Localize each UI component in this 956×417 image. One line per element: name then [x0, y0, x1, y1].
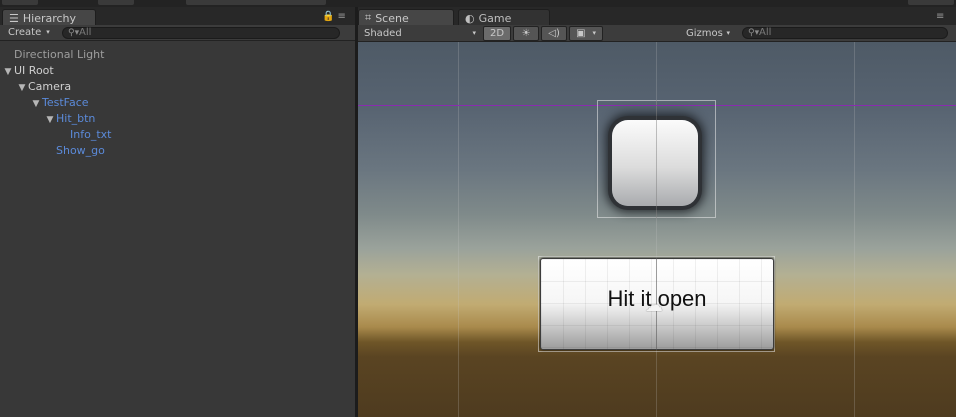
hierarchy-tabbar: ☰ Hierarchy 🔒 ≡ [0, 7, 355, 25]
scene-search-placeholder: All [759, 27, 772, 38]
toolbar-button[interactable] [908, 0, 954, 5]
panel-menu-icon[interactable]: ≡ [337, 11, 345, 22]
pivot-line [656, 100, 657, 218]
gizmos-label: Gizmos [686, 27, 723, 39]
tree-item[interactable]: ▼ UI Root [0, 63, 355, 79]
tree-item[interactable]: Info_txt [0, 127, 355, 143]
shading-mode-dropdown[interactable]: Shaded ▾ [358, 26, 482, 41]
tree-item-label: TestFace [42, 96, 89, 109]
hand-cursor-icon: ☁ [645, 295, 663, 316]
hierarchy-search-placeholder: All [79, 27, 92, 38]
image-icon: ▣ [576, 27, 586, 39]
lighting-toggle[interactable]: ☀ [513, 25, 540, 41]
chevron-down-icon: ▾ [46, 28, 50, 36]
expand-triangle-icon[interactable]: ▼ [30, 96, 42, 112]
tree-item-label: Directional Light [14, 48, 105, 61]
tab-game[interactable]: ◐ Game [458, 9, 550, 25]
tab-scene-label: Scene [375, 11, 409, 25]
scene-viewport[interactable]: Hit it open ☁ [358, 42, 956, 417]
tab-hierarchy-label: Hierarchy [22, 11, 77, 25]
tree-item-label: Hit_btn [56, 112, 96, 125]
expand-triangle-icon[interactable]: ▼ [16, 80, 28, 96]
expand-triangle-icon[interactable]: ▼ [44, 112, 56, 128]
tree-item-label: Show_go [56, 144, 105, 157]
tree-item[interactable]: ▼ TestFace [0, 95, 355, 111]
chevron-down-icon: ▾ [726, 29, 730, 37]
search-icon: ⚲▾ [748, 28, 760, 38]
tab-game-label: Game [478, 11, 512, 25]
tree-item-label: Info_txt [70, 128, 112, 141]
tree-item-label: Camera [28, 80, 72, 93]
grid-icon: ⌗ [365, 11, 372, 24]
tab-hierarchy[interactable]: ☰ Hierarchy [2, 9, 96, 25]
grid-line [854, 42, 855, 417]
tree-item[interactable]: ▼ Camera [0, 79, 355, 95]
shading-mode-label: Shaded [364, 27, 402, 39]
toolbar-button[interactable] [2, 0, 38, 5]
2d-toggle-button[interactable]: 2D [483, 25, 512, 41]
sun-icon: ☀ [521, 27, 531, 39]
grid-line [458, 42, 459, 417]
effects-dropdown[interactable]: ▣ ▾ [569, 25, 604, 41]
tree-item[interactable]: ▼ Hit_btn [0, 111, 355, 127]
grid-line [656, 42, 657, 417]
create-label: Create [8, 27, 42, 38]
gizmos-dropdown[interactable]: Gizmos ▾ [680, 26, 736, 41]
rounded-sprite-button[interactable] [612, 120, 698, 206]
hierarchy-toolbar: Create ▾ ⚲▾ All [0, 25, 355, 41]
top-toolbar-strip [0, 0, 956, 7]
speaker-icon: ◁) [548, 27, 560, 39]
tree-item[interactable]: Directional Light [0, 47, 355, 63]
panel-menu-icon[interactable]: ≡ [936, 11, 944, 22]
hierarchy-tree: Directional Light ▼ UI Root ▼ Camera ▼ TestFac… [0, 47, 355, 159]
toolbar-button[interactable] [186, 0, 326, 5]
2d-label: 2D [490, 27, 505, 39]
toolbar-button[interactable] [98, 0, 134, 5]
audio-toggle[interactable]: ◁) [541, 25, 568, 41]
tree-item-label: UI Root [14, 64, 54, 77]
list-icon: ☰ [9, 11, 19, 25]
scene-search-input[interactable]: ⚲▾ All [742, 27, 948, 39]
hierarchy-search-input[interactable]: ⚲▾ All [62, 27, 340, 39]
lock-icon[interactable]: 🔒 [322, 11, 334, 22]
scene-tabbar: ⌗ Scene ◐ Game ≡ [358, 7, 956, 25]
chevron-down-icon: ▾ [592, 29, 597, 37]
pacman-icon: ◐ [465, 11, 475, 25]
chevron-down-icon: ▾ [472, 29, 476, 37]
create-dropdown[interactable]: Create ▾ [0, 25, 58, 41]
hierarchy-panel: ☰ Hierarchy 🔒 ≡ Create ▾ ⚲▾ All Directio… [0, 7, 355, 417]
expand-triangle-icon[interactable]: ▼ [2, 64, 14, 80]
search-icon: ⚲▾ [68, 28, 80, 38]
scene-toolbar: Shaded ▾ 2D ☀ ◁) ▣ ▾ Gizmos ▾ ⚲▾ All [358, 25, 956, 42]
scene-panel: ⌗ Scene ◐ Game ≡ Shaded ▾ 2D ☀ ◁) ▣ ▾ Gi… [358, 7, 956, 417]
tree-item[interactable]: Show_go [0, 143, 355, 159]
tab-scene[interactable]: ⌗ Scene [358, 9, 454, 25]
